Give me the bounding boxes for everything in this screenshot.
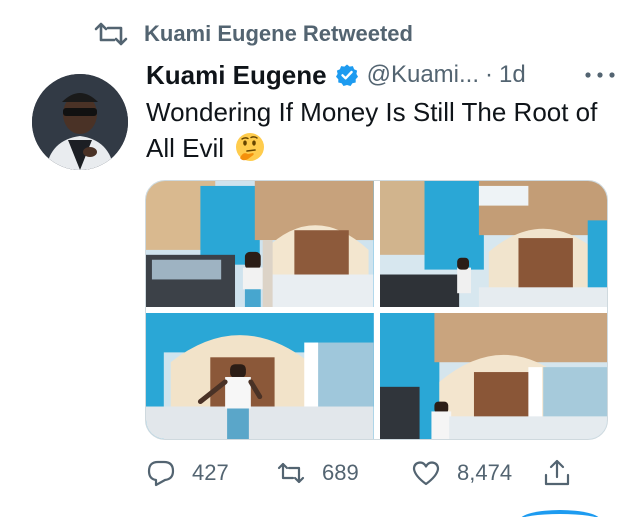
author-handle[interactable]: @Kuami... bbox=[367, 61, 479, 89]
retweet-icon bbox=[94, 22, 128, 46]
tweet-text: Wondering If Money Is Still The Root of … bbox=[146, 94, 616, 166]
retweeted-by-label: Kuami Eugene Retweeted bbox=[144, 21, 413, 46]
tweet-timestamp[interactable]: 1d bbox=[499, 61, 526, 89]
heart-icon bbox=[412, 461, 440, 486]
tweet-header: Kuami Eugene @Kuami... · 1d bbox=[146, 58, 620, 92]
avatar-photo bbox=[32, 74, 128, 170]
more-options-icon[interactable] bbox=[580, 64, 620, 86]
share-button[interactable] bbox=[542, 458, 572, 488]
verified-badge-icon bbox=[335, 64, 358, 86]
photo-4[interactable] bbox=[379, 313, 607, 439]
tweet-text-content: Wondering If Money Is Still The Root of … bbox=[146, 97, 598, 163]
retweet-icon bbox=[277, 462, 305, 484]
compose-button-edge[interactable] bbox=[520, 510, 600, 517]
photo-3-image bbox=[146, 313, 374, 439]
like-count: 8,474 bbox=[457, 460, 513, 485]
media-grid bbox=[145, 180, 608, 440]
retweeted-by-row[interactable]: Kuami Eugene Retweeted bbox=[94, 18, 413, 50]
author-name[interactable]: Kuami Eugene bbox=[146, 60, 327, 91]
like-button[interactable]: 8,474 bbox=[411, 458, 512, 488]
reply-count: 427 bbox=[192, 460, 229, 485]
photo-1-image bbox=[146, 181, 374, 307]
reply-button[interactable]: 427 bbox=[146, 458, 229, 488]
reply-icon bbox=[147, 460, 175, 487]
photo-4-image bbox=[379, 313, 607, 439]
share-icon bbox=[544, 459, 570, 486]
photo-1[interactable] bbox=[146, 181, 374, 307]
photo-2[interactable] bbox=[379, 181, 607, 307]
retweet-count: 689 bbox=[322, 460, 359, 485]
photo-3[interactable] bbox=[146, 313, 374, 439]
avatar[interactable] bbox=[32, 74, 128, 170]
tweet-actions: 427 689 8,474 bbox=[146, 453, 586, 493]
retweet-button[interactable]: 689 bbox=[276, 458, 359, 488]
separator-dot: · bbox=[485, 61, 493, 88]
photo-2-image bbox=[379, 181, 607, 307]
thinking-face-emoji bbox=[236, 133, 265, 161]
